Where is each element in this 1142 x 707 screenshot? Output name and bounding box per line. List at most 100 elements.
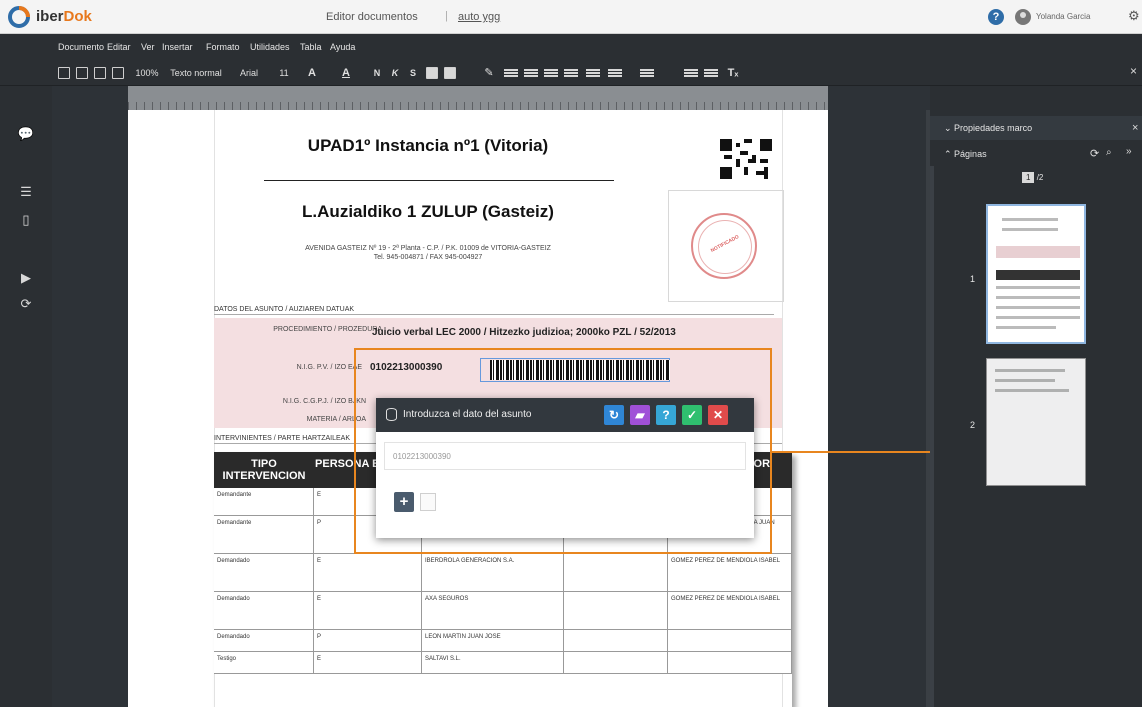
nig-value[interactable]: 0102213000390 [370, 362, 442, 373]
nig-cgpj-label: N.I.G. C.G.P.J. / IZO BJKN [282, 398, 366, 405]
columns-icon[interactable] [684, 69, 698, 71]
menu-editar[interactable]: Editar [107, 42, 131, 52]
play-icon[interactable]: ▶ [16, 270, 36, 288]
page-thumbnail-1[interactable] [986, 204, 1086, 344]
thumb-line [996, 286, 1080, 289]
clear-format-button[interactable]: Tₓ [724, 65, 742, 81]
thumb-line [996, 246, 1080, 258]
italic-button[interactable]: K [388, 65, 402, 81]
popup-confirm-button[interactable]: ✓ [682, 405, 702, 425]
barcode-icon [490, 360, 670, 380]
align-justify-icon[interactable] [564, 69, 578, 71]
court-address: AVENIDA GASTEIZ Nº 19 - 2ª Planta - C.P.… [238, 244, 618, 262]
chevron-up-icon: ⌃ [944, 149, 955, 159]
chevron-down-icon: ⌄ [944, 123, 955, 133]
table-cell [564, 554, 668, 592]
zoom-select[interactable]: 100% [132, 65, 162, 81]
highlight-button[interactable]: A [334, 65, 358, 81]
table-cell: E [314, 592, 422, 630]
pencil-icon[interactable]: ✎ [482, 65, 496, 81]
fields-icon[interactable]: ☰ [16, 184, 36, 202]
table-cell [564, 630, 668, 652]
bookmark-icon[interactable]: ▯ [16, 212, 36, 230]
print-icon[interactable] [112, 67, 124, 79]
popup-close-button[interactable]: ✕ [708, 405, 728, 425]
search-icon[interactable]: ⌕ [1106, 147, 1112, 158]
save-as-icon[interactable] [94, 67, 106, 79]
popup-help-button[interactable]: ? [656, 405, 676, 425]
database-icon [386, 408, 397, 421]
sidebar-scrollbar[interactable] [930, 166, 934, 707]
font-family-select[interactable]: Arial [232, 65, 266, 81]
court-name: UPAD1º Instancia nº1 (Vitoria) [307, 136, 549, 155]
stamp-frame[interactable]: NOTIFICADO [668, 190, 784, 302]
table-cell: IBERDROLA GENERACION S.A. [422, 554, 564, 592]
align-left-icon[interactable] [504, 69, 518, 71]
indent-icon[interactable] [586, 69, 600, 71]
align-right-icon[interactable] [544, 69, 558, 71]
popup-header: Introduzca el dato del asunto ↻ ▰ ? ✓ ✕ [376, 398, 754, 432]
gear-icon[interactable]: ⚙ [1128, 8, 1140, 24]
page-number-1: 1 [970, 274, 976, 284]
thumb-line [995, 379, 1055, 382]
table-cell: AXA SEGUROS [422, 592, 564, 630]
insert-image-icon[interactable] [426, 67, 438, 79]
menu-tabla[interactable]: Tabla [300, 42, 322, 52]
refresh-icon[interactable]: ⟳ [1090, 147, 1099, 160]
table-cell [668, 652, 792, 674]
paragraph-style-select[interactable]: Texto normal [164, 65, 228, 81]
thumb-line [996, 270, 1080, 280]
page-break-icon[interactable] [704, 69, 718, 71]
thumb-line [996, 316, 1080, 319]
format-toolbar: 100% Texto normal Arial 11 A A N K S ✎ T… [0, 60, 1142, 86]
close-icon[interactable]: × [1130, 64, 1137, 78]
table-cell: SALTAVI S.L. [422, 652, 564, 674]
menu-insertar[interactable]: Insertar [162, 42, 193, 52]
app-logo-text: iberDok [36, 8, 92, 25]
font-color-button[interactable]: A [300, 65, 324, 81]
menu-ver[interactable]: Ver [141, 42, 155, 52]
table-cell: GOMEZ PEREZ DE MENDIOLA ISABEL [668, 554, 792, 592]
comments-icon[interactable]: 💬 [16, 126, 36, 144]
bullet-list-icon[interactable] [608, 69, 622, 71]
document-name-link[interactable]: auto ygg [458, 11, 500, 23]
panel-pages[interactable]: ⌃ Páginas ⟳ ⌕ » [930, 142, 1142, 166]
table-cell: E [314, 554, 422, 592]
numbered-list-icon[interactable] [640, 69, 654, 71]
thumb-line [1002, 218, 1058, 221]
refresh-icon[interactable]: ⟳ [16, 296, 36, 314]
user-avatar[interactable] [1015, 9, 1031, 25]
left-tool-rail: 💬 ☰ ▯ ▶ ⟳ [0, 86, 52, 707]
menu-ayuda[interactable]: Ayuda [330, 42, 355, 52]
menu-utilidades[interactable]: Utilidades [250, 42, 290, 52]
popup-edit-button[interactable]: ▰ [630, 405, 650, 425]
value-checkbox[interactable] [420, 493, 436, 511]
align-center-icon[interactable] [524, 69, 538, 71]
thumb-line [996, 306, 1080, 309]
table-cell: Demandado [214, 592, 314, 630]
field-input-popup: Introduzca el dato del asunto ↻ ▰ ? ✓ ✕ … [376, 398, 754, 538]
insert-table-icon[interactable] [444, 67, 456, 79]
menu-documento[interactable]: Documento [58, 42, 104, 52]
new-document-icon[interactable] [58, 67, 70, 79]
matter-label: MATERIA / ARLOA [306, 416, 366, 423]
current-page-input[interactable]: 1 [1022, 172, 1035, 183]
menu-formato[interactable]: Formato [206, 42, 240, 52]
procedure-value[interactable]: Juicio verbal LEC 2000 / Hitzezko judizi… [372, 327, 676, 338]
close-icon[interactable]: × [1132, 122, 1138, 134]
case-data-input[interactable]: 0102213000390 [384, 442, 746, 470]
add-value-button[interactable]: + [394, 492, 414, 512]
more-icon[interactable]: » [1126, 146, 1132, 157]
popup-refresh-button[interactable]: ↻ [604, 405, 624, 425]
page-thumbnail-2[interactable] [986, 358, 1086, 486]
help-icon[interactable]: ? [988, 9, 1004, 25]
horizontal-ruler[interactable] [128, 86, 828, 110]
panel-frame-properties[interactable]: ⌄ Propiedades marco × [930, 116, 1142, 140]
bold-button[interactable]: N [370, 65, 384, 81]
strikethrough-button[interactable]: S [406, 65, 420, 81]
address-line-1: AVENIDA GASTEIZ Nº 19 - 2ª Planta - C.P.… [305, 245, 551, 252]
font-size-select[interactable]: 11 [268, 65, 300, 81]
user-name[interactable]: Yolanda Garcia [1036, 12, 1090, 21]
save-icon[interactable] [76, 67, 88, 79]
nig-label: N.I.G. P.V. / IZO EAE [296, 364, 362, 371]
